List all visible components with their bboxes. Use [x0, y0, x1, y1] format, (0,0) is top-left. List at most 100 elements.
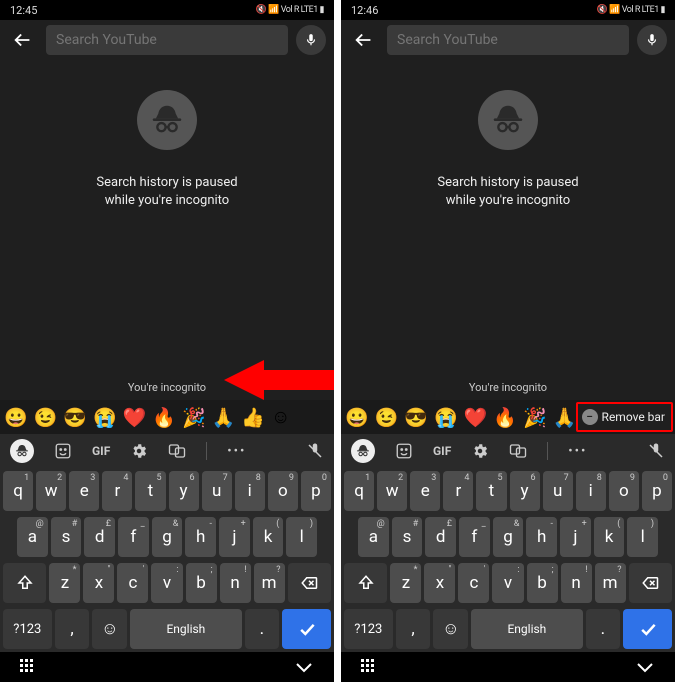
key-r[interactable]: r4 — [443, 471, 473, 511]
key-f[interactable]: f_ — [118, 517, 149, 557]
key-c[interactable]: c' — [117, 563, 148, 603]
key-h[interactable]: h- — [185, 517, 216, 557]
key-g[interactable]: g& — [493, 517, 524, 557]
key-p[interactable]: p0 — [642, 471, 672, 511]
key-o[interactable]: o9 — [609, 471, 639, 511]
key-s[interactable]: s# — [392, 517, 423, 557]
period-key[interactable]: . — [245, 609, 280, 649]
space-key[interactable]: English — [130, 609, 241, 649]
settings-button[interactable] — [471, 442, 489, 460]
search-box[interactable] — [46, 25, 288, 55]
collapse-button[interactable] — [294, 661, 314, 673]
emoji-2[interactable]: 😎 — [404, 406, 428, 429]
sticker-button[interactable] — [395, 442, 413, 460]
gif-button[interactable]: GIF — [92, 444, 110, 458]
remove-bar-button[interactable]: – Remove bar — [576, 402, 673, 432]
back-button[interactable] — [349, 25, 379, 55]
key-i[interactable]: i8 — [576, 471, 606, 511]
key-n[interactable]: n! — [561, 563, 592, 603]
emoji-6[interactable]: 🎉 — [523, 406, 547, 429]
more-button[interactable]: ••• — [568, 444, 587, 459]
key-n[interactable]: n! — [220, 563, 251, 603]
key-z[interactable]: z* — [390, 563, 421, 603]
mic-off-button[interactable] — [306, 442, 324, 460]
translate-button[interactable] — [168, 442, 186, 460]
voice-search-button[interactable] — [296, 25, 326, 55]
comma-key[interactable]: , — [55, 609, 90, 649]
key-m[interactable]: m? — [595, 563, 626, 603]
emoji-6[interactable]: 🎉 — [182, 406, 206, 429]
collapse-button[interactable] — [635, 661, 655, 673]
key-j[interactable]: j+ — [219, 517, 250, 557]
mic-off-button[interactable] — [647, 442, 665, 460]
key-w[interactable]: w2 — [36, 471, 66, 511]
key-e[interactable]: e3 — [69, 471, 99, 511]
key-c[interactable]: c' — [458, 563, 489, 603]
key-z[interactable]: z* — [49, 563, 80, 603]
comma-key[interactable]: , — [396, 609, 431, 649]
period-key[interactable]: . — [586, 609, 621, 649]
key-w[interactable]: w2 — [377, 471, 407, 511]
emoji-2[interactable]: 😎 — [63, 406, 87, 429]
key-v[interactable]: v: — [151, 563, 182, 603]
emoji-9[interactable]: ☺ — [271, 405, 290, 429]
key-d[interactable]: d£ — [425, 517, 456, 557]
keyboard-hide-button[interactable] — [361, 659, 381, 675]
shift-key[interactable] — [344, 563, 387, 603]
back-button[interactable] — [8, 25, 38, 55]
more-button[interactable]: ••• — [227, 444, 246, 459]
emoji-1[interactable]: 😉 — [375, 406, 399, 429]
space-key[interactable]: English — [471, 609, 582, 649]
key-p[interactable]: p0 — [301, 471, 331, 511]
emoji-0[interactable]: 😀 — [345, 406, 369, 429]
search-box[interactable] — [387, 25, 629, 55]
incognito-toggle[interactable] — [351, 439, 375, 463]
sticker-button[interactable] — [54, 442, 72, 460]
key-o[interactable]: o9 — [268, 471, 298, 511]
key-m[interactable]: m? — [254, 563, 285, 603]
shift-key[interactable] — [3, 563, 46, 603]
emoji-4[interactable]: ❤️ — [123, 406, 147, 429]
emoji-4[interactable]: ❤️ — [464, 406, 488, 429]
key-k[interactable]: k( — [253, 517, 284, 557]
emoji-1[interactable]: 😉 — [34, 406, 58, 429]
translate-button[interactable] — [509, 442, 527, 460]
key-x[interactable]: x" — [83, 563, 114, 603]
key-v[interactable]: v: — [492, 563, 523, 603]
key-q[interactable]: q1 — [344, 471, 374, 511]
emoji-7[interactable]: 🙏 — [553, 406, 577, 429]
backspace-key[interactable] — [629, 563, 672, 603]
symbols-key[interactable]: ?123 — [3, 609, 52, 649]
key-s[interactable]: s# — [51, 517, 82, 557]
key-k[interactable]: k( — [594, 517, 625, 557]
key-x[interactable]: x" — [424, 563, 455, 603]
emoji-7[interactable]: 🙏 — [212, 406, 236, 429]
key-r[interactable]: r4 — [102, 471, 132, 511]
emoji-5[interactable]: 🔥 — [493, 406, 517, 429]
keyboard-hide-button[interactable] — [20, 659, 40, 675]
key-g[interactable]: g& — [152, 517, 183, 557]
key-l[interactable]: l) — [627, 517, 658, 557]
emoji-0[interactable]: 😀 — [4, 406, 28, 429]
emoji-5[interactable]: 🔥 — [152, 406, 176, 429]
key-a[interactable]: a@ — [358, 517, 389, 557]
key-e[interactable]: e3 — [410, 471, 440, 511]
emoji-8[interactable]: 👍 — [241, 406, 265, 429]
emoji-bar[interactable]: 😀😉😎😭❤️🔥🎉🙏👍☺ – Remove bar — [341, 400, 675, 434]
key-t[interactable]: t5 — [476, 471, 506, 511]
key-t[interactable]: t5 — [135, 471, 165, 511]
key-d[interactable]: d£ — [84, 517, 115, 557]
key-u[interactable]: u7 — [202, 471, 232, 511]
symbols-key[interactable]: ?123 — [344, 609, 393, 649]
emoji-3[interactable]: 😭 — [93, 406, 117, 429]
key-j[interactable]: j+ — [560, 517, 591, 557]
enter-key[interactable] — [623, 609, 672, 649]
key-b[interactable]: b; — [186, 563, 217, 603]
backspace-key[interactable] — [288, 563, 331, 603]
key-h[interactable]: h- — [526, 517, 557, 557]
key-f[interactable]: f_ — [459, 517, 490, 557]
settings-button[interactable] — [130, 442, 148, 460]
incognito-toggle[interactable] — [10, 439, 34, 463]
emoji-key[interactable]: ☺ — [92, 609, 127, 649]
key-b[interactable]: b; — [527, 563, 558, 603]
